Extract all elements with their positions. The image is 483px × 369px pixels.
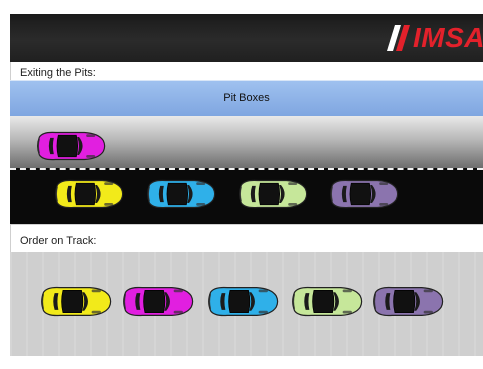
order-car-5-purple [373, 286, 444, 317]
exit-section-label: Exiting the Pits: [20, 67, 96, 79]
pit-exit-dashed-line [10, 168, 483, 170]
pit-car-magenta [37, 131, 106, 161]
order-car-2-magenta [123, 286, 194, 317]
header-bar: IMSA [10, 14, 483, 62]
order-car-4-light-green [292, 286, 363, 317]
pit-boxes-bar: Pit Boxes [10, 80, 483, 117]
diagram-frame: IMSA Exiting the Pits: Pit Boxes Order o… [0, 0, 483, 369]
order-car-1-yellow [41, 286, 112, 317]
lane-car-cyan [147, 179, 216, 209]
order-section-label: Order on Track: [20, 235, 97, 247]
section-divider [10, 224, 483, 225]
lane-car-purple [330, 179, 399, 209]
pit-boxes-label: Pit Boxes [223, 92, 270, 104]
logo-slashes-icon [387, 25, 410, 51]
lane-car-yellow [55, 179, 124, 209]
order-car-3-cyan [208, 286, 279, 317]
logo-text: IMSA [413, 22, 483, 53]
lane-car-light-green [239, 179, 308, 209]
imsa-logo: IMSA [379, 21, 483, 55]
